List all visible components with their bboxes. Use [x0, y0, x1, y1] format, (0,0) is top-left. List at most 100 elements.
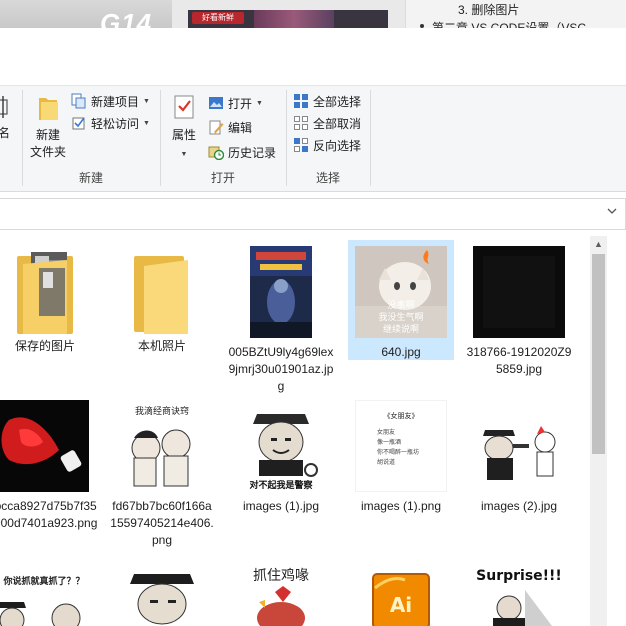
meme-caption: 继续说啊 [383, 323, 419, 335]
file-name: 保存的图片 [14, 339, 75, 353]
meme-caption: 对不起我是警察 [249, 479, 313, 491]
easy-access-icon [71, 115, 87, 131]
file-item[interactable]: 保存的图片 [0, 240, 98, 360]
meme-caption: 像一瓶酒 [377, 438, 401, 446]
background-window-strip: G14 好看新鲜 3. 删除图片 第二章 VS CODE设置（VSC... [0, 0, 626, 28]
scroll-up-arrow-icon[interactable]: ▲ [590, 236, 607, 253]
chevron-down-icon[interactable] [606, 205, 618, 220]
easy-access-button[interactable]: 轻松访问 ▼ [71, 113, 150, 133]
properties-icon [174, 95, 194, 119]
background-document: 3. 删除图片 第二章 VS CODE设置（VSC... [405, 0, 626, 28]
new-folder-button[interactable]: 新建 文件夹 [27, 94, 69, 161]
meme-caption: 《女朋友》 [384, 411, 419, 420]
new-item-button[interactable]: 新建项目 ▼ [71, 91, 150, 111]
select-all-icon [293, 93, 309, 109]
background-video-thumbnail: 好看新鲜 [188, 10, 388, 28]
meme-caption: 抓住鸡喙 [253, 567, 309, 584]
file-item[interactable]: images (2).jpg [466, 394, 572, 514]
meme-caption: 胡说道 [377, 458, 395, 466]
background-logo: 好看新鲜 [192, 12, 244, 24]
window-title-bar [0, 28, 626, 85]
select-none-icon [293, 115, 309, 131]
image-thumbnail: Ai [355, 560, 447, 626]
background-thumbnail: G14 [0, 0, 172, 28]
file-list: 保存的图片 本机照片 005BZtU9ly4g69lex9jmrj30u0190… [0, 236, 590, 626]
file-name: fd67bb7bc60f166a15597405214e406.png [110, 499, 214, 547]
background-doc-line: 第二章 VS CODE设置（VSC... [432, 21, 597, 28]
file-item[interactable]: 抓住鸡喙 [228, 554, 334, 626]
file-item[interactable]: 你说抓就真抓了？？ [0, 554, 96, 626]
new-item-icon [71, 93, 87, 109]
select-none-button[interactable]: 全部取消 [293, 113, 361, 133]
invert-selection-button[interactable]: 反向选择 [293, 135, 361, 155]
file-item[interactable]: 《女朋友》 女朋友 像一瓶酒 你不喝醉一瓶坊 胡说道 images (1).pn… [348, 394, 454, 514]
meme-caption: 没事啊 [387, 299, 414, 311]
image-thumbnail: 你说抓就真抓了？？ [0, 560, 92, 626]
meme-caption: 我滴经商诀窍 [135, 405, 189, 417]
new-folder-icon [39, 98, 58, 120]
meme-caption: 女朋友 [377, 428, 395, 436]
history-button[interactable]: 历史记录 [208, 142, 276, 162]
file-name: 005BZtU9ly4g69lex9jmrj30u01901az.jpg [228, 345, 334, 393]
ribbon-group-open: 属性 ▼ 打开 ▼ 编辑 历史记录 打开 [161, 86, 285, 191]
vertical-scrollbar[interactable]: ▲ [590, 236, 607, 626]
image-thumbnail [250, 246, 312, 338]
file-item[interactable]: 我滴经商诀窍 fd67bb7bc60f166a15597405214e406.p… [109, 394, 215, 547]
background-big-text: G14 [100, 8, 153, 28]
properties-button[interactable]: 属性 ▼ [165, 94, 203, 163]
image-thumbnail: 我滴经商诀窍 [116, 400, 208, 492]
image-thumbnail: Surprise!!! [473, 560, 565, 626]
chevron-down-icon: ▼ [143, 97, 150, 105]
invert-selection-icon [293, 137, 309, 153]
file-name: 640.jpg [381, 345, 421, 359]
file-name: images (1).png [360, 499, 442, 513]
ribbon-group-select: 全部选择 全部取消 反向选择 选择 [287, 86, 369, 191]
image-thumbnail [0, 400, 89, 492]
folder-icon [13, 250, 77, 338]
chevron-down-icon: ▼ [180, 151, 188, 158]
file-name: 本机照片 [137, 339, 186, 353]
address-bar[interactable] [0, 198, 626, 230]
image-thumbnail: 对不起我是警察 [235, 400, 327, 492]
image-thumbnail: 没事啊 我没生气啊 继续说啊 [355, 246, 447, 338]
file-item[interactable] [109, 554, 215, 626]
meme-caption: 你不喝醉一瓶坊 [377, 448, 419, 456]
rename-label: 名 [0, 126, 10, 140]
ribbon-group-label: 新建 [78, 171, 103, 185]
ribbon-group-new: 新建 文件夹 新建项目 ▼ 轻松访问 ▼ 新建 [23, 86, 159, 191]
meme-caption: Surprise!!! [476, 568, 562, 584]
edit-button[interactable]: 编辑 [208, 117, 252, 137]
file-name: 318766-1912020Z95859.jpg [466, 345, 572, 376]
file-item[interactable]: Surprise!!! [466, 554, 572, 626]
edit-icon [208, 119, 224, 135]
meme-caption: 你说抓就真抓了？？ [2, 575, 84, 587]
scrollbar-thumb[interactable] [592, 254, 605, 454]
file-item[interactable]: 本机照片 [109, 240, 215, 360]
ribbon: 名 新建 文件夹 新建项目 ▼ 轻松访问 ▼ 新建 属性 ▼ 打开 ▼ 编辑 历… [0, 85, 626, 192]
meme-caption: 我没生气啊 [378, 311, 423, 323]
file-name: eebcca8927d75b7f35b4900d7401a923.png [0, 499, 98, 530]
file-item[interactable]: Ai [348, 554, 454, 626]
image-thumbnail [473, 400, 565, 492]
rename-button[interactable]: 名 [0, 94, 14, 142]
file-item[interactable]: eebcca8927d75b7f35b4900d7401a923.png [0, 394, 98, 544]
image-thumbnail: 抓住鸡喙 [235, 560, 327, 626]
ribbon-group-label: 打开 [210, 171, 235, 185]
background-doc-line: 3. 删除图片 [458, 3, 520, 17]
chevron-down-icon: ▼ [256, 99, 263, 107]
select-all-button[interactable]: 全部选择 [293, 91, 361, 111]
folder-icon [130, 250, 194, 338]
file-name: images (2).jpg [480, 499, 558, 513]
open-button[interactable]: 打开 ▼ [208, 93, 263, 113]
file-item[interactable]: 没事啊 我没生气啊 继续说啊 640.jpg [348, 240, 454, 360]
image-thumbnail [116, 560, 208, 626]
app-icon-text: Ai [390, 593, 412, 617]
ribbon-group-label: 选择 [315, 171, 340, 185]
history-icon [208, 144, 225, 161]
file-item[interactable]: 005BZtU9ly4g69lex9jmrj30u01901az.jpg [228, 240, 334, 400]
rename-icon [0, 96, 8, 118]
file-item[interactable]: 318766-1912020Z95859.jpg [466, 240, 572, 380]
file-name: images (1).jpg [242, 499, 320, 513]
open-icon [208, 95, 224, 111]
file-item[interactable]: 对不起我是警察 images (1).jpg [228, 394, 334, 514]
